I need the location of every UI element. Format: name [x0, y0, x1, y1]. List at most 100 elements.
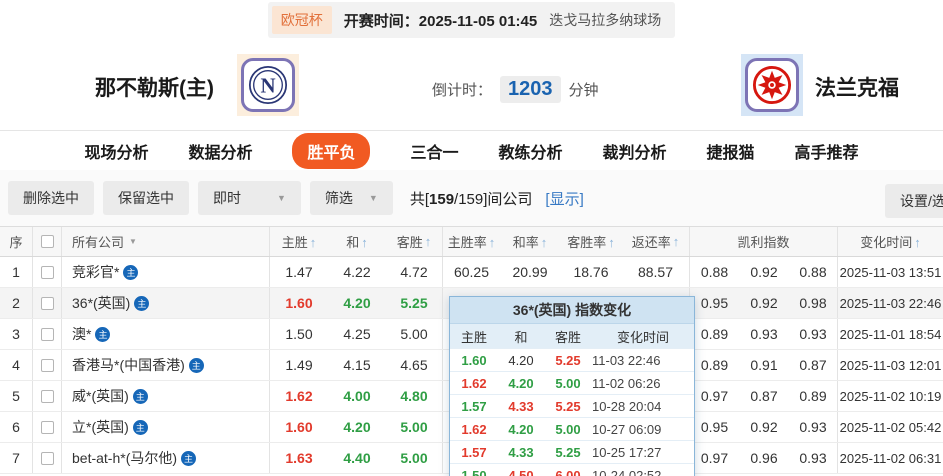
- popup-change-time: 10-28 20:04: [592, 398, 662, 414]
- row-index: 4: [0, 350, 33, 380]
- row-checkbox[interactable]: [40, 389, 54, 403]
- kelly-home: 0.89: [700, 326, 729, 342]
- popup-draw-odds: 4.50: [508, 467, 534, 476]
- draw-rate: 20.99: [512, 264, 548, 280]
- draw-odds: 4.40: [343, 450, 371, 466]
- tab-expert-picks[interactable]: 高手推荐: [795, 139, 859, 163]
- popup-row: 1.62 4.20 5.00 10-27 06:09: [450, 417, 694, 440]
- col-draw-rate[interactable]: 和率 ↑: [500, 232, 560, 251]
- row-checkbox[interactable]: [40, 296, 54, 310]
- league-badge: 欧冠杯: [271, 6, 332, 34]
- delete-selected-button[interactable]: 删除选中: [8, 181, 94, 215]
- company-name[interactable]: 澳* 主: [62, 319, 270, 349]
- odds-change-popup: 36*(英国) 指数变化 主胜 和 客胜 变化时间 1.60 4.20 5.25 11…: [449, 296, 695, 476]
- match-info-bar: 欧冠杯 开赛时间：2025-11-05 01:45 迭戈马拉多纳球场: [0, 0, 943, 40]
- page: 欧冠杯 开赛时间：2025-11-05 01:45 迭戈马拉多纳球场 那不勒斯(…: [0, 0, 943, 476]
- company-name[interactable]: 立*(英国) 主: [62, 412, 270, 442]
- col-change-time[interactable]: 变化时间 ↑: [838, 232, 943, 251]
- row-checkbox[interactable]: [40, 420, 54, 434]
- tab-coach-analysis[interactable]: 教练分析: [499, 139, 563, 163]
- filter-dropdown[interactable]: 筛选 ▼: [309, 181, 393, 215]
- settings-select-button[interactable]: 设置/选择: [885, 184, 943, 218]
- popup-change-time: 11-02 06:26: [592, 375, 661, 391]
- kelly-draw: 0.92: [750, 264, 778, 280]
- popup-draw-odds: 4.20: [508, 375, 534, 391]
- company-label: 36*(英国): [72, 295, 131, 311]
- row-checkbox-cell: [33, 319, 62, 349]
- main-market-badge-icon: 主: [188, 357, 204, 373]
- countdown-value: 1203: [500, 76, 561, 103]
- company-name[interactable]: 竞彩官* 主: [62, 257, 270, 287]
- popup-away-odds: 5.25: [555, 398, 581, 414]
- kelly-home: 0.97: [700, 450, 729, 466]
- change-time: 2025-11-02 05:42: [839, 419, 942, 435]
- home-odds: 1.62: [285, 388, 313, 404]
- company-name[interactable]: 威*(英国) 主: [62, 381, 270, 411]
- home-team-logo: N: [237, 54, 299, 116]
- col-return-rate[interactable]: 返还率 ↑: [622, 227, 690, 256]
- company-name[interactable]: 香港马*(中国香港) 主: [62, 350, 270, 380]
- draw-odds: 4.15: [343, 357, 371, 373]
- popup-row: 1.57 4.33 5.25 10-28 20:04: [450, 394, 694, 417]
- col-home-odds[interactable]: 主胜 ↑: [270, 232, 328, 251]
- kelly-away: 0.93: [789, 412, 838, 442]
- popup-home-odds: 1.62: [461, 421, 487, 437]
- away-team-name: 法兰克福: [815, 77, 899, 100]
- home-odds: 1.47: [285, 264, 313, 280]
- company-label: 威*(英国): [72, 388, 129, 404]
- popup-away-odds: 5.25: [555, 352, 581, 368]
- popup-home-odds: 1.62: [461, 375, 487, 391]
- col-company[interactable]: 所有公司 ▼: [62, 227, 270, 256]
- col-kelly-index: 凯利指数: [690, 227, 838, 256]
- sort-up-icon: ↑: [914, 235, 921, 250]
- tab-live-analysis[interactable]: 现场分析: [84, 139, 148, 163]
- tab-win-draw-lose[interactable]: 胜平负: [292, 132, 371, 169]
- col-away-rate[interactable]: 客胜率 ↑: [560, 232, 622, 251]
- popup-title: 36*(英国) 指数变化: [450, 297, 694, 324]
- countdown-label: 倒计时：: [432, 82, 493, 99]
- company-label: 澳*: [72, 326, 92, 342]
- main-market-badge-icon: 主: [132, 388, 148, 404]
- company-label: 竞彩官*: [72, 264, 120, 280]
- kelly-draw: 0.93: [750, 326, 778, 342]
- tab-jiebao-cat[interactable]: 捷报猫: [707, 139, 755, 163]
- company-name[interactable]: bet-at-h*(马尔他) 主: [62, 443, 270, 473]
- kelly-away: 0.87: [789, 350, 838, 380]
- col-away-odds[interactable]: 客胜 ↑: [386, 227, 443, 256]
- toolbar: 删除选中 保留选中 即时 ▼ 筛选 ▼ 共[159/159]间公司 [显示] 设置/…: [0, 170, 943, 226]
- sort-up-icon: ↑: [672, 234, 680, 249]
- popup-away-odds: 5.00: [555, 421, 581, 437]
- tab-data-analysis[interactable]: 数据分析: [188, 139, 252, 163]
- home-odds: 1.60: [285, 295, 313, 311]
- instant-dropdown[interactable]: 即时 ▼: [198, 181, 301, 215]
- row-checkbox[interactable]: [40, 265, 54, 279]
- row-checkbox-cell: [33, 350, 62, 380]
- col-home-rate[interactable]: 主胜率 ↑: [443, 232, 500, 251]
- row-checkbox[interactable]: [40, 358, 54, 372]
- sort-up-icon: ↑: [361, 235, 368, 250]
- sort-up-icon: ↑: [309, 235, 317, 250]
- popup-row: 1.62 4.20 5.00 11-02 06:26: [450, 371, 694, 394]
- popup-col-draw: 和: [514, 329, 528, 345]
- select-all-checkbox[interactable]: [40, 235, 54, 248]
- keep-selected-button[interactable]: 保留选中: [103, 181, 189, 215]
- home-odds: 1.49: [285, 357, 313, 373]
- row-checkbox[interactable]: [40, 451, 54, 465]
- row-checkbox[interactable]: [40, 327, 54, 341]
- change-time: 2025-11-03 12:01: [839, 357, 942, 373]
- col-index: 序: [0, 227, 33, 256]
- tab-referee-analysis[interactable]: 裁判分析: [603, 139, 667, 163]
- draw-odds: 4.20: [343, 295, 371, 311]
- home-rate: 60.25: [453, 264, 490, 280]
- change-time: 2025-11-02 06:31: [839, 450, 942, 466]
- change-time: 2025-11-02 10:19: [839, 388, 942, 404]
- show-link[interactable]: [显示]: [545, 188, 583, 209]
- col-draw-odds[interactable]: 和 ↑: [328, 232, 386, 251]
- row-checkbox-cell: [33, 412, 62, 442]
- popup-col-home: 主胜: [460, 329, 487, 345]
- draw-odds: 4.22: [343, 264, 371, 280]
- company-name[interactable]: 36*(英国) 主: [62, 288, 270, 318]
- popup-row: 1.50 4.50 6.00 10-24 02:52: [450, 463, 694, 476]
- tab-three-in-one[interactable]: 三合一: [410, 139, 458, 163]
- svg-text:N: N: [260, 74, 275, 98]
